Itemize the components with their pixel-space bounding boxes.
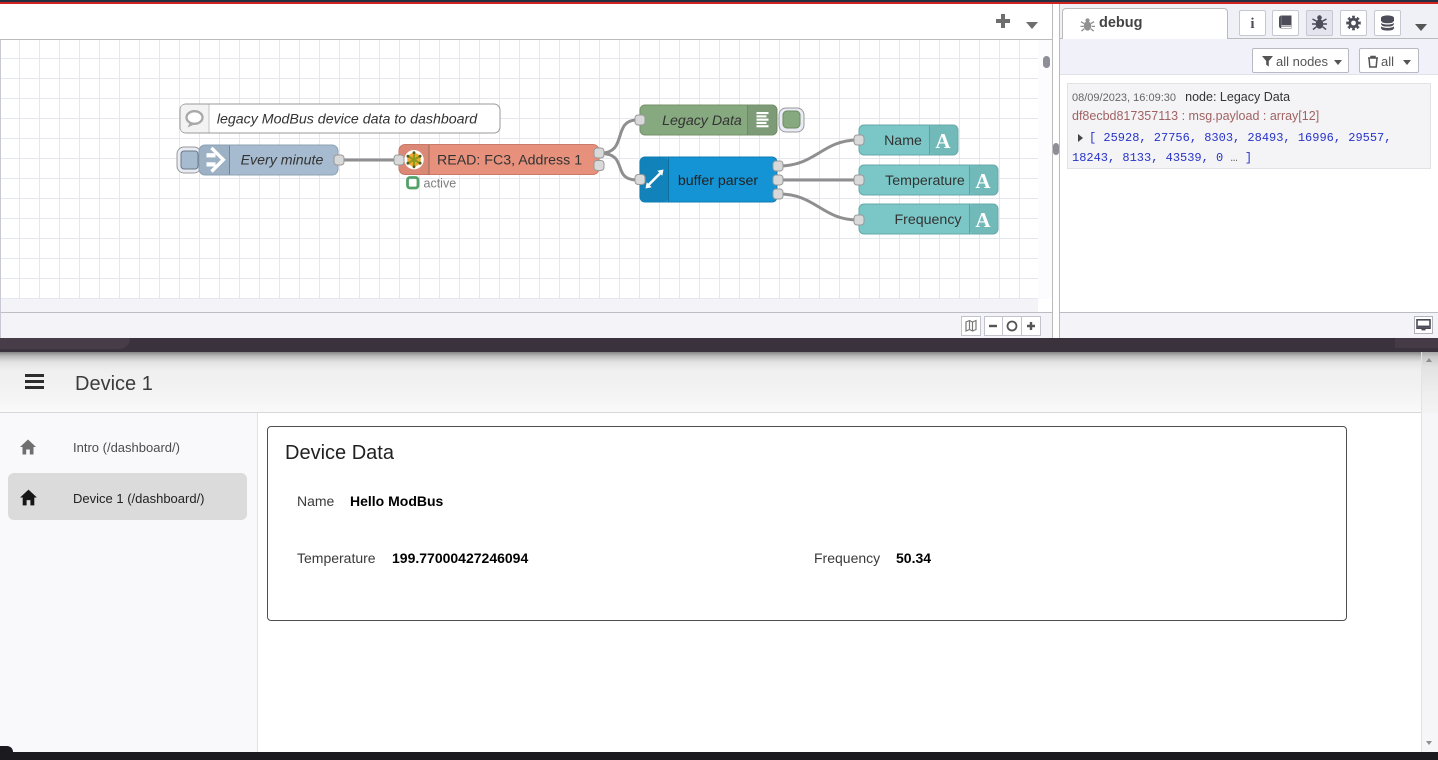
svg-text:Temperature: Temperature — [885, 173, 965, 189]
svg-text:READ: FC3, Address 1: READ: FC3, Address 1 — [437, 153, 582, 169]
svg-text:Legacy Data: Legacy Data — [662, 113, 742, 129]
svg-text:A: A — [975, 169, 991, 193]
svg-text:Frequency: Frequency — [894, 212, 962, 228]
svg-text:legacy ModBus device data to d: legacy ModBus device data to dashboard — [217, 112, 478, 128]
svg-text:i: i — [1250, 16, 1254, 32]
svg-text:Name: Name — [884, 133, 922, 149]
svg-text:A: A — [975, 208, 991, 232]
svg-text:A: A — [935, 129, 951, 153]
svg-text:active: active — [424, 177, 457, 191]
svg-text:buffer parser: buffer parser — [678, 173, 758, 189]
svg-text:Every minute: Every minute — [241, 153, 324, 169]
